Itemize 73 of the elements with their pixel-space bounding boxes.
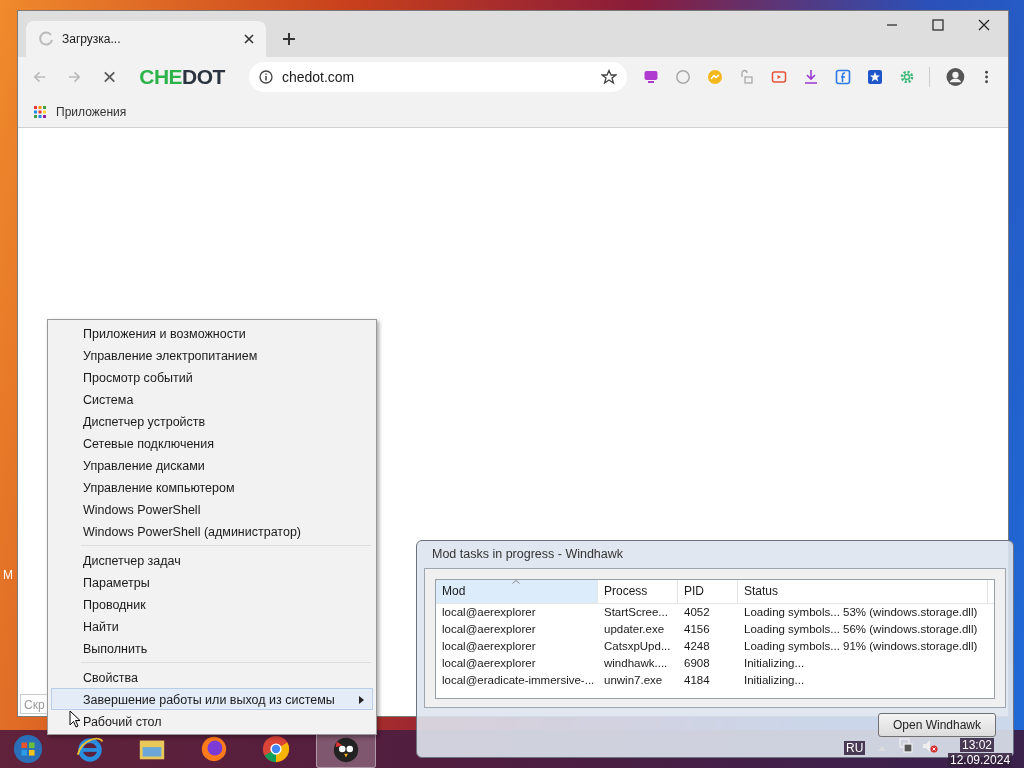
table-cell-text: 4156	[683, 622, 711, 637]
menu-item[interactable]: Просмотр событий	[51, 366, 373, 388]
table-cell-text: updater.exe	[603, 622, 666, 637]
dialog-title: Mod tasks in progress - Windhawk	[431, 546, 625, 563]
table-cell-text: local@aerexplorer	[441, 605, 537, 620]
menu-item[interactable]: Управление дисками	[51, 454, 373, 476]
menu-item[interactable]: Проводник	[51, 593, 373, 615]
profile-icon[interactable]	[946, 67, 965, 87]
clock-time[interactable]: 13:02	[960, 738, 995, 752]
table-cell-text: StartScree...	[603, 605, 669, 620]
menu-item[interactable]: Диспетчер задач	[51, 549, 373, 571]
round-browser-icon	[261, 734, 291, 764]
muted-speaker-icon[interactable]	[922, 738, 938, 754]
tab-title: Загрузка...	[62, 32, 122, 46]
table-cell-text: local@aerexplorer	[441, 639, 537, 654]
table-cell-text: Loading symbols... 91% (windows.storage.dll)	[743, 639, 979, 654]
table-cell-text: windhawk....	[603, 656, 669, 671]
menu-item[interactable]: Система	[51, 388, 373, 410]
table-cell-text: 6908	[683, 656, 711, 671]
language-indicator[interactable]: RU	[844, 741, 866, 755]
menu-item[interactable]: Диспетчер устройств	[51, 410, 373, 432]
table-cell-text: Loading symbols... 53% (windows.storage.dll)	[743, 605, 979, 620]
browser-tab[interactable]: Загрузка...	[26, 21, 266, 57]
table-cell-text: local@aerexplorer	[441, 622, 537, 637]
menu-item[interactable]: Windows PowerShell	[51, 498, 373, 520]
close-icon[interactable]	[978, 19, 990, 31]
open-windhawk-button[interactable]: Open Windhawk	[878, 713, 996, 737]
table-cell-text: local@eradicate-immersive-...	[441, 673, 596, 688]
table-cell-text: Loading symbols... 56% (windows.storage.dll)	[743, 622, 979, 637]
table-cell-text: local@aerexplorer	[441, 656, 537, 671]
column-header[interactable]: Status	[738, 580, 988, 603]
table-cell-text: Initializing...	[743, 673, 806, 688]
apps-grid-icon[interactable]	[34, 106, 46, 118]
play-icon[interactable]	[771, 69, 788, 85]
menu-item[interactable]: Управление электропитанием	[51, 344, 373, 366]
column-header[interactable]: Process	[598, 580, 678, 603]
square-icon[interactable]	[835, 69, 852, 85]
menu-item[interactable]: Управление компьютером	[51, 476, 373, 498]
address-bar[interactable]: chedot.com	[248, 62, 628, 92]
menu-item[interactable]: Приложения и возможности	[51, 322, 373, 344]
column-header[interactable]: PID	[678, 580, 738, 603]
sort-caret-icon	[512, 580, 520, 584]
menu-item[interactable]: Свойства	[51, 666, 373, 688]
star-square-icon[interactable]	[867, 69, 884, 85]
menu-item[interactable]: Выполнить	[51, 637, 373, 659]
table-cell-text: 4248	[683, 639, 711, 654]
start-orb-icon	[13, 734, 43, 764]
monitor-icon[interactable]	[643, 69, 660, 85]
table-cell-text: CatsxpUpd...	[603, 639, 672, 654]
browser-logo: CHEDOT	[139, 65, 225, 89]
menu-item[interactable]: Сетевые подключения	[51, 432, 373, 454]
table-cell-text: unwin7.exe	[603, 673, 664, 688]
table-cell-text: 4184	[683, 673, 711, 688]
column-header[interactable]: Mod	[436, 580, 598, 603]
clock-date[interactable]: 12.09.2024	[948, 753, 1013, 767]
info-icon[interactable]	[258, 70, 273, 84]
download-icon[interactable]	[803, 69, 820, 85]
address-text: chedot.com	[281, 69, 356, 85]
bookmark-link[interactable]: Приложения	[56, 105, 127, 119]
close-tab-icon[interactable]	[244, 34, 254, 44]
menu-item[interactable]: Найти	[51, 615, 373, 637]
menu-item[interactable]: Завершение работы или выход из системы	[51, 688, 373, 710]
menu-item[interactable]: Windows PowerShell (администратор)	[51, 520, 373, 542]
new-tab-icon[interactable]	[282, 32, 296, 46]
maximize-icon[interactable]	[932, 19, 944, 31]
fox-globe-icon	[199, 734, 229, 764]
network-icon[interactable]	[898, 738, 914, 754]
desktop-icon-label: M	[3, 568, 13, 582]
mouse-cursor-icon	[69, 710, 81, 728]
bookmark-star-icon[interactable]	[601, 69, 618, 85]
menu-item[interactable]: Параметры	[51, 571, 373, 593]
table-cell-text: Initializing...	[743, 656, 806, 671]
table-cell-text: 4052	[683, 605, 711, 620]
